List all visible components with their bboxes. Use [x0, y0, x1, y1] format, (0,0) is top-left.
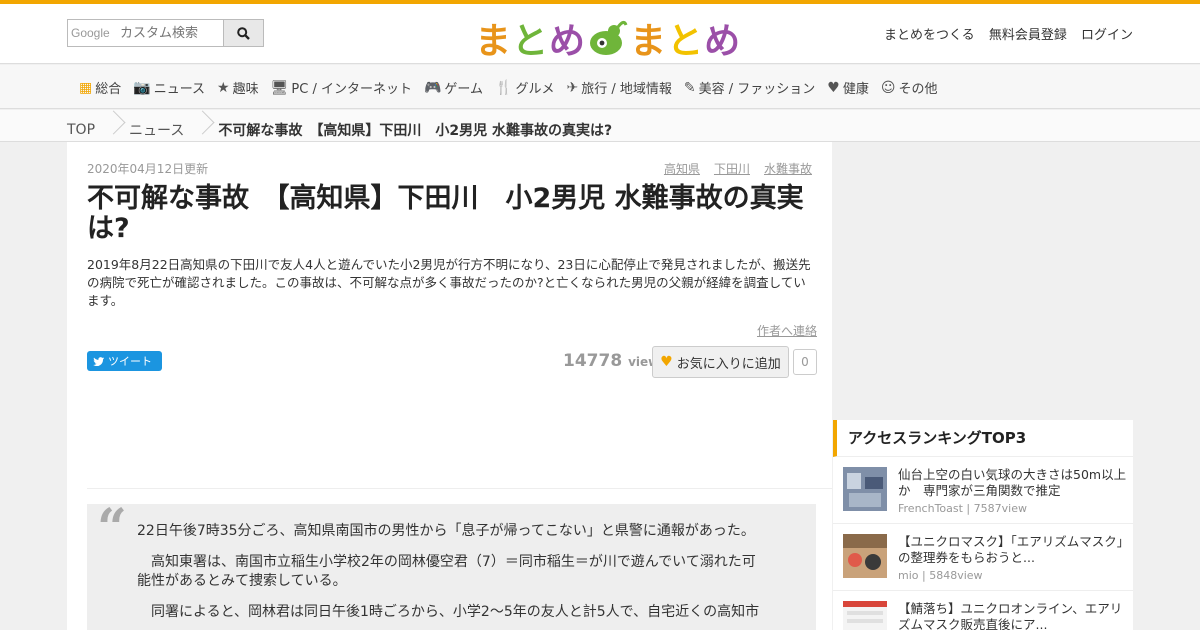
create-matome-link[interactable]: まとめをつくる — [884, 28, 975, 43]
other-icon: ☺ — [880, 79, 896, 96]
nav-label: PC / インターネット — [291, 82, 412, 97]
contact-author-link[interactable]: 作者へ連絡 — [757, 322, 817, 339]
nav-item-news[interactable]: 📷 ニュース — [133, 78, 206, 98]
site-header: Google まとめまとめ まとめをつくる 無料会員登録 ログイン — [0, 4, 1200, 64]
ranking-thumbnail — [843, 601, 887, 630]
divider — [87, 488, 832, 489]
ranking-item[interactable]: 【鯖落ち】ユニクロオンライン、エアリズムマスク販売直後にア... — [833, 592, 1133, 630]
ranking-item-meta: mio | 5848view — [898, 569, 983, 582]
nav-label: 総合 — [95, 82, 122, 97]
logo-char: め — [549, 21, 587, 62]
nav-item-hobby[interactable]: ★ 趣味 — [217, 78, 259, 98]
login-link[interactable]: ログイン — [1081, 28, 1133, 43]
quote-paragraph: 高知東署は、南国市立稲生小学校2年の岡林優空君（7）＝同市稲生＝が川で遊んでいて… — [137, 554, 756, 589]
search-box: Google — [67, 19, 264, 47]
heart-icon: ♥ — [660, 354, 673, 370]
nav-label: ニュース — [153, 82, 206, 97]
quote-paragraph: 同署によると、岡林君は同日午後1時ごろから、小学2～5年の友人と計5人で、自宅近… — [137, 604, 760, 620]
search-button[interactable] — [223, 20, 263, 46]
cutlery-icon: 🍴 — [495, 79, 513, 96]
ranking-thumbnail — [843, 534, 887, 578]
breadcrumb: TOP ニュース 不可解な事故 【高知県】下田川 小2男児 水難事故の真実は? — [0, 110, 1200, 142]
article-panel: 2020年04月12日更新 高知県 下田川 水難事故 不可解な事故 【高知県】下… — [67, 142, 832, 630]
ranking-item-title: 【鯖落ち】ユニクロオンライン、エアリズムマスク販売直後にア... — [898, 601, 1123, 630]
nav-item-pc-internet[interactable]: 🖥 PC / インターネット — [270, 78, 412, 98]
nav-item-beauty[interactable]: ✎ 美容 / ファッション — [683, 78, 816, 98]
logo-mascot-icon — [590, 20, 628, 55]
header-links: まとめをつくる 無料会員登録 ログイン — [874, 24, 1133, 43]
nav-item-travel[interactable]: ✈ 旅行 / 地域情報 — [566, 78, 672, 98]
nav-label: グルメ — [515, 82, 555, 97]
logo-char: ま — [475, 21, 513, 62]
nav-label: 旅行 / 地域情報 — [581, 82, 672, 97]
ranking-item[interactable]: 仙台上空の白い気球の大きさは50m以上か 専門家が三角関数で推定 FrenchT… — [833, 458, 1133, 524]
breadcrumb-news[interactable]: ニュース — [129, 120, 184, 140]
logo-char: め — [704, 21, 742, 62]
nav-item-gourmet[interactable]: 🍴 グルメ — [495, 78, 555, 98]
nav-item-general[interactable]: ▦ 総合 — [79, 78, 122, 98]
nav-item-game[interactable]: 🎮 ゲーム — [423, 78, 484, 98]
ranking-thumbnail — [843, 467, 887, 511]
gamepad-icon: 🎮 — [423, 79, 442, 96]
search-input[interactable] — [68, 20, 224, 46]
logo-char: と — [667, 21, 705, 62]
tag-link[interactable]: 下田川 — [714, 160, 750, 177]
nav-item-health[interactable]: ♥ 健康 — [827, 78, 869, 98]
page-title: 不可解な事故 【高知県】下田川 小2男児 水難事故の真実は? — [87, 183, 804, 244]
add-favorite-button[interactable]: ♥ お気に入りに追加 — [652, 346, 789, 378]
logo-char: と — [512, 21, 550, 62]
search-icon — [237, 26, 250, 40]
favorite-label: お気に入りに追加 — [676, 356, 781, 372]
tag-list: 高知県 下田川 水難事故 — [664, 160, 812, 177]
quote-block: “ 22日午後7時35分ごろ、高知県南国市の男性から「息子が帰ってこない」と県警… — [87, 498, 816, 630]
ranking-item[interactable]: 【ユニクロマスク】「エアリズムマスク」の整理券をもらおうと... mio | 5… — [833, 525, 1133, 591]
tweet-button[interactable]: ツイート — [87, 351, 162, 371]
nav-label: ゲーム — [444, 82, 484, 97]
breadcrumb-separator — [194, 117, 208, 143]
view-number: 14778 — [563, 351, 623, 371]
logo-char: ま — [630, 21, 668, 62]
nav-label: 健康 — [842, 82, 869, 97]
nav-label: 趣味 — [232, 82, 259, 97]
tag-link[interactable]: 水難事故 — [764, 160, 812, 177]
grid-icon: ▦ — [79, 79, 93, 96]
heartbeat-icon: ♥ — [827, 79, 840, 96]
nav-label: 美容 / ファッション — [698, 82, 816, 97]
signup-link[interactable]: 無料会員登録 — [989, 28, 1067, 43]
ranking-item-title: 仙台上空の白い気球の大きさは50m以上か 専門家が三角関数で推定 — [898, 467, 1127, 498]
tag-link[interactable]: 高知県 — [664, 160, 700, 177]
pen-icon: ✎ — [683, 79, 696, 96]
monitor-icon: 🖥 — [270, 79, 289, 96]
category-nav: ▦ 総合 📷 ニュース ★ 趣味 🖥 PC / インターネット 🎮 ゲーム 🍴 グルメ ✈ 旅… — [0, 65, 1200, 109]
breadcrumb-separator — [105, 117, 119, 143]
quote-icon: “ — [97, 498, 127, 559]
ranking-item-title: 【ユニクロマスク】「エアリズムマスク」の整理券をもらおうと... — [898, 534, 1124, 565]
view-count: 14778 view — [563, 351, 659, 371]
nav-item-other[interactable]: ☺ その他 — [880, 78, 938, 98]
ranking-title: アクセスランキングTOP3 — [833, 420, 1133, 457]
camera-icon: 📷 — [133, 79, 151, 96]
breadcrumb-current: 不可解な事故 【高知県】下田川 小2男児 水難事故の真実は? — [218, 123, 613, 139]
ranking-sidebar: アクセスランキングTOP3 仙台上空の白い気球の大きさは50m以上か 専門家が三… — [833, 420, 1133, 630]
tweet-label: ツイート — [108, 355, 152, 368]
nav-label: その他 — [898, 82, 938, 97]
star-icon: ★ — [217, 79, 230, 96]
plane-icon: ✈ — [566, 79, 579, 96]
article-description: 2019年8月22日高知県の下田川で友人4人と遊んでいた小2男児が行方不明になり… — [87, 257, 811, 308]
breadcrumb-top[interactable]: TOP — [67, 122, 95, 138]
site-logo[interactable]: まとめ まとめ — [475, 12, 741, 64]
twitter-bird-icon — [93, 356, 104, 366]
ranking-item-meta: FrenchToast | 7587view — [898, 502, 1027, 515]
favorite-count: 0 — [793, 349, 817, 375]
updated-date: 2020年04月12日更新 — [87, 162, 209, 176]
quote-paragraph: 22日午後7時35分ごろ、高知県南国市の男性から「息子が帰ってこない」と県警に通… — [137, 523, 755, 539]
